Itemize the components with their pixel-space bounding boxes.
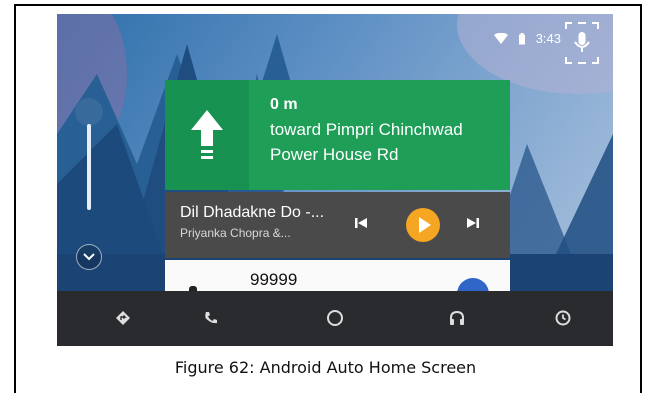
navigation-icon [116,311,130,325]
wifi-icon [493,32,508,44]
play-icon [419,217,431,233]
nav-tab-phone[interactable] [199,306,223,330]
recents-icon [555,310,571,326]
distance-label: 0 m [270,96,298,113]
skip-previous-icon[interactable] [353,215,369,231]
skip-next-icon[interactable] [465,215,481,231]
voice-search-button[interactable] [564,21,600,65]
navigation-card[interactable]: 0 m toward Pimpri Chinchwad Power House … [165,80,510,190]
scroll-up-button[interactable] [75,98,103,126]
phone-icon [205,312,217,324]
direction-line-1: toward Pimpri Chinchwad [270,120,463,139]
nav-tab-recents[interactable] [551,306,575,330]
home-icon [327,310,343,326]
play-button[interactable] [406,208,440,242]
figure-caption: Figure 62: Android Auto Home Screen [174,358,477,377]
media-card[interactable]: Dil Dhadakne Do -... Priyanka Chopra &..… [165,192,510,258]
track-title: Dil Dhadakne Do -... [180,204,325,221]
maneuver-area [165,80,249,190]
bottom-nav-bar [57,291,613,346]
microphone-icon [565,22,599,64]
direction-line-2: Power House Rd [270,145,399,164]
chevron-down-icon [83,253,95,261]
clock: 3:43 [535,31,561,46]
battery-icon [518,32,525,44]
android-auto-screen: 3:43 0 m toward Pimpri Chinchwad Power H… [57,14,613,346]
scrollbar-track[interactable] [87,124,91,210]
nav-tab-home[interactable] [323,306,347,330]
phone-number: 99999 [250,270,298,289]
scroll-rail[interactable] [75,98,103,288]
track-artist: Priyanka Chopra &... [180,226,291,240]
headphones-icon [450,310,464,325]
nav-tab-media[interactable] [445,306,469,330]
scroll-down-button[interactable] [76,244,102,270]
nav-tab-navigation[interactable] [111,306,135,330]
straight-arrow-icon [191,110,223,159]
